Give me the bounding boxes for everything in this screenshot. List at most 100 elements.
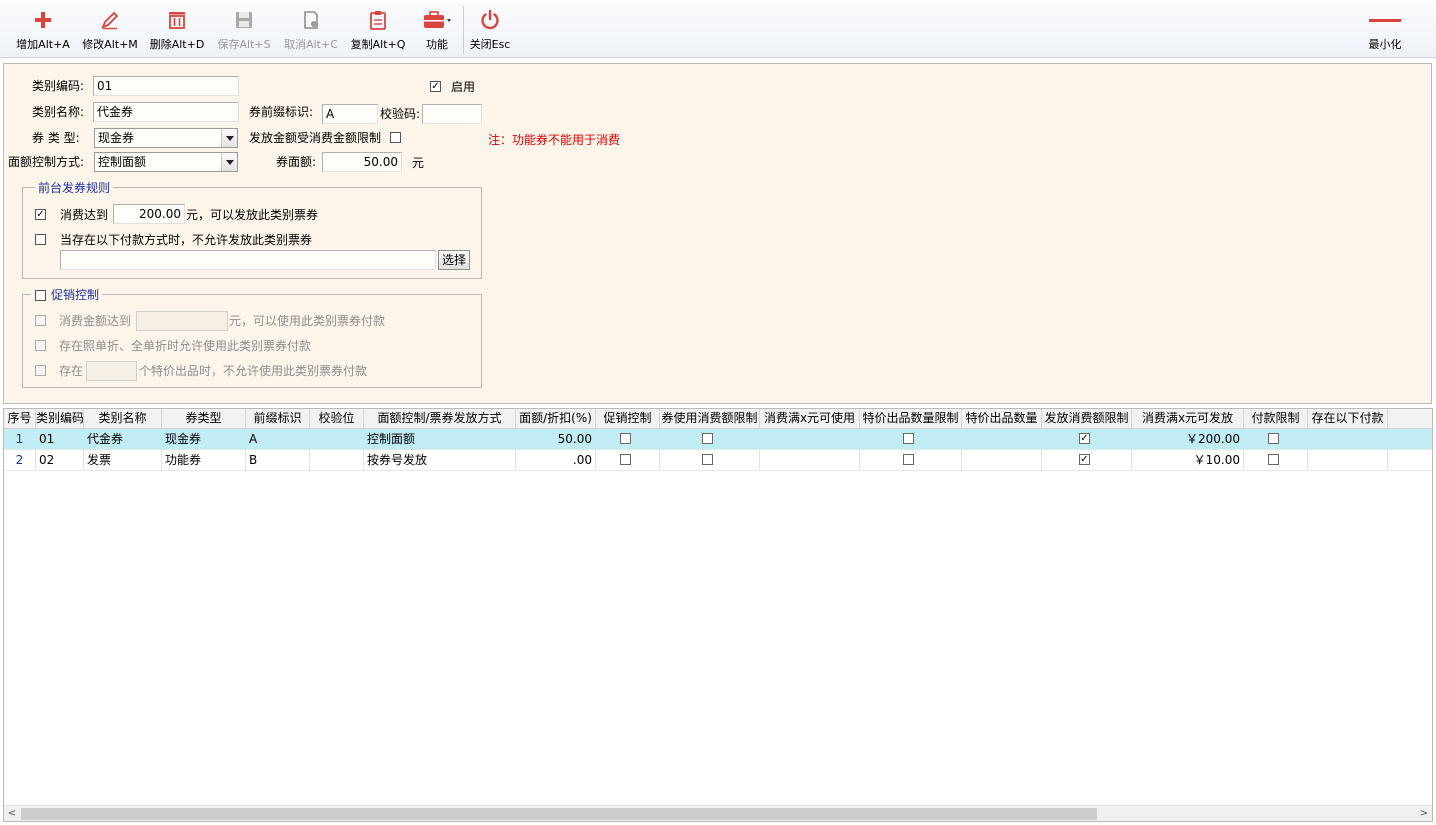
promo-amount-checkbox[interactable]: [35, 315, 46, 326]
promo-checkbox[interactable]: [620, 433, 631, 444]
check-code-field[interactable]: [422, 104, 482, 124]
horizontal-scrollbar[interactable]: < >: [4, 805, 1432, 821]
category-form-panel: 类别编码: 01 ✓ 启用 类别名称: 代金券 券前缀标识: A 校验码: 券 …: [3, 63, 1432, 404]
cell-prefix: A: [246, 429, 310, 449]
face-value-field[interactable]: 50.00: [322, 152, 402, 172]
header-col-name[interactable]: 类别名称: [84, 409, 162, 429]
face-unit-label: 元: [412, 156, 425, 170]
cell-index: 2: [4, 450, 36, 470]
header-col-issue-limit[interactable]: 发放消费额限制: [1042, 409, 1132, 429]
header-col-index[interactable]: 序号: [4, 409, 36, 429]
cell-index: 1: [4, 429, 36, 449]
copy-button-label: 复制Alt+Q: [350, 38, 406, 51]
edit-button[interactable]: 修改Alt+M: [79, 0, 141, 58]
type-select[interactable]: 现金券: [94, 128, 238, 148]
cell-check: [310, 429, 364, 449]
promo-checkbox[interactable]: [620, 454, 631, 465]
copy-button[interactable]: 复制Alt+Q: [347, 0, 409, 58]
pay-method-field[interactable]: [60, 250, 436, 270]
face-value-label: 券面额:: [276, 155, 317, 169]
toolbar-separator: [463, 6, 464, 54]
promo-discount-checkbox[interactable]: [35, 340, 46, 351]
promo-special-field[interactable]: [86, 361, 137, 381]
header-col-special-limit[interactable]: 特价出品数量限制: [860, 409, 962, 429]
minimize-button[interactable]: 最小化: [1360, 0, 1410, 58]
reach-amount-label: 消费达到: [60, 208, 109, 222]
table-row[interactable]: 1 01 代金券 现金券 A 控制面额 50.00 ✓ ￥200.00: [4, 429, 1432, 450]
select-pay-method-button[interactable]: 选择: [438, 250, 470, 270]
scroll-left-icon[interactable]: <: [4, 806, 20, 821]
header-col-issue-min[interactable]: 消费满x元可发放: [1132, 409, 1244, 429]
pay-limit-checkbox[interactable]: [1268, 454, 1279, 465]
promo-control-checkbox[interactable]: [35, 290, 46, 301]
use-limit-checkbox[interactable]: [702, 454, 713, 465]
minimize-icon: [1368, 8, 1402, 32]
promo-control-group: 促销控制 消费金额达到 元，可以使用此类别票券付款 存在照单折、全单折时允许使用…: [22, 287, 482, 388]
add-button[interactable]: 增加Alt+A: [12, 0, 74, 58]
cancel-button[interactable]: 取消Alt+C: [280, 0, 342, 58]
use-limit-checkbox[interactable]: [702, 433, 713, 444]
name-field[interactable]: 代金券: [93, 102, 239, 122]
close-button[interactable]: 关闭Esc: [466, 0, 514, 58]
check-code-label: 校验码:: [380, 107, 421, 121]
header-col-use-min[interactable]: 消费满x元可使用: [760, 409, 860, 429]
save-button-label: 保存Alt+S: [217, 38, 271, 51]
prefix-field[interactable]: A: [322, 104, 378, 124]
issue-limit-checkbox[interactable]: ✓: [1079, 454, 1090, 465]
cell-special-limit: [860, 450, 962, 470]
delete-button-label: 删除Alt+D: [149, 38, 205, 51]
header-col-promo[interactable]: 促销控制: [596, 409, 660, 429]
header-col-amount[interactable]: 面额/折扣(%): [516, 409, 596, 429]
reach-amount-field[interactable]: 200.00: [113, 204, 185, 224]
cancel-doc-icon: [299, 8, 323, 32]
promo-amount-label: 消费金额达到: [59, 314, 132, 328]
add-button-label: 增加Alt+A: [16, 38, 70, 51]
function-menu-label: 功能: [426, 38, 448, 51]
power-icon: [478, 8, 502, 32]
cell-pay-methods: [1308, 450, 1388, 470]
cell-promo: [596, 429, 660, 449]
header-col-pay-limit[interactable]: 付款限制: [1244, 409, 1308, 429]
header-col-type[interactable]: 券类型: [162, 409, 246, 429]
header-col-pay-methods[interactable]: 存在以下付款: [1308, 409, 1388, 429]
cell-issue-min: ￥200.00: [1132, 429, 1244, 449]
face-mode-select[interactable]: 控制面额: [94, 152, 238, 172]
promo-discount-label: 存在照单折、全单折时允许使用此类别票券付款: [59, 339, 312, 353]
reach-amount-checkbox[interactable]: ✓: [35, 209, 46, 220]
header-col-prefix[interactable]: 前缀标识: [246, 409, 310, 429]
plus-icon: [31, 8, 55, 32]
minimize-button-label: 最小化: [1368, 38, 1402, 51]
issue-limit-label: 发放金额受消费金额限制: [249, 131, 382, 145]
save-disk-icon: [232, 8, 256, 32]
cell-amount: 50.00: [516, 429, 596, 449]
issue-limit-checkbox[interactable]: [390, 132, 401, 143]
pay-limit-checkbox[interactable]: [1268, 433, 1279, 444]
close-button-label: 关闭Esc: [469, 38, 511, 51]
issue-limit-checkbox[interactable]: ✓: [1079, 433, 1090, 444]
enabled-checkbox[interactable]: ✓: [430, 81, 441, 92]
cell-mode: 按券号发放: [364, 450, 516, 470]
cell-issue-limit: ✓: [1042, 429, 1132, 449]
special-limit-checkbox[interactable]: [903, 454, 914, 465]
promo-special-checkbox[interactable]: [35, 365, 46, 376]
save-button[interactable]: 保存Alt+S: [213, 0, 275, 58]
pay-method-checkbox[interactable]: [35, 234, 46, 245]
delete-button[interactable]: 删除Alt+D: [146, 0, 208, 58]
header-col-special-qty[interactable]: 特价出品数量: [962, 409, 1042, 429]
function-menu-button[interactable]: 功能: [414, 0, 460, 58]
scrollbar-thumb[interactable]: [21, 808, 1097, 820]
cancel-button-label: 取消Alt+C: [284, 38, 338, 51]
scroll-right-icon[interactable]: >: [1416, 806, 1432, 821]
special-limit-checkbox[interactable]: [903, 433, 914, 444]
header-col-check[interactable]: 校验位: [310, 409, 364, 429]
cell-issue-limit: ✓: [1042, 450, 1132, 470]
cell-code: 01: [36, 429, 84, 449]
header-col-code[interactable]: 类别编码: [36, 409, 84, 429]
face-mode-select-value: 控制面额: [98, 155, 147, 169]
category-grid: 序号 类别编码 类别名称 券类型 前缀标识 校验位 面额控制/票券发放方式 面额/折扣(%) 促…: [3, 408, 1433, 822]
promo-amount-field[interactable]: [136, 311, 228, 331]
header-col-use-limit[interactable]: 券使用消费额限制: [660, 409, 760, 429]
table-row[interactable]: 2 02 发票 功能券 B 按券号发放 .00 ✓ ￥10.00: [4, 450, 1432, 471]
code-field[interactable]: 01: [93, 76, 239, 96]
header-col-mode[interactable]: 面额控制/票券发放方式: [364, 409, 516, 429]
